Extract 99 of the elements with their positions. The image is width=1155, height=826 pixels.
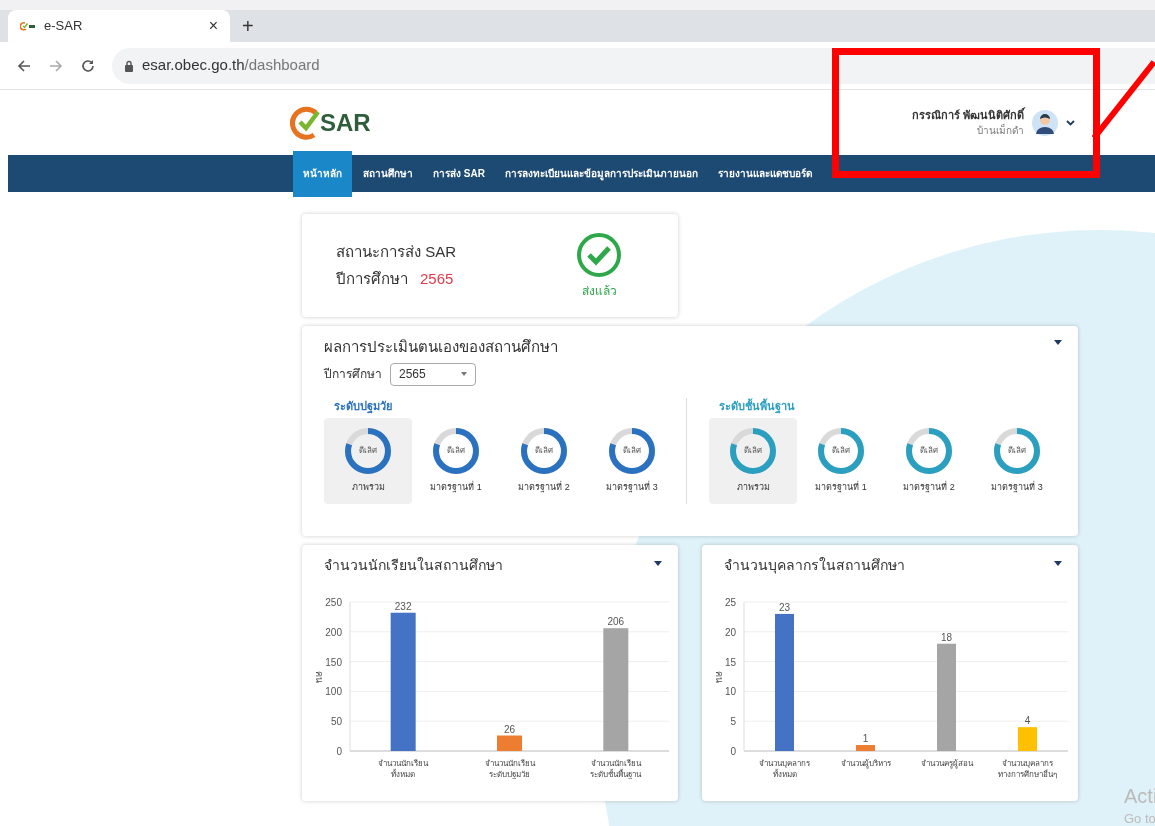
axis-tick-label: 10 (724, 686, 736, 698)
standard-label: ภาพรวม (351, 481, 385, 495)
category-label: จำนวนบุคลากร ทางการศึกษาอื่นๆ (997, 758, 1058, 780)
standard-item[interactable]: ดีเลิศ ภาพรวม (324, 418, 412, 504)
year-label: ปีการศึกษา (324, 366, 382, 383)
status-text: ส่งแล้ว (581, 282, 617, 300)
axis-tick-label: 20 (724, 626, 736, 638)
user-name: กรรณิการ์ พัฒนนิติศักดิ์ (911, 106, 1024, 123)
data-label: 26 (503, 723, 516, 735)
group-title: ระดับชั้นพื้นฐาน (719, 397, 796, 414)
donut-gauge (905, 427, 953, 476)
logo-icon (20, 21, 36, 31)
category-label: จำนวนบุคลากร ทั้งหมด (758, 758, 811, 780)
standard-item[interactable]: ดีเลิศ มาตรฐานที่ 3 (973, 418, 1061, 504)
browser-tab[interactable]: e-SAR × (8, 10, 230, 42)
avatar-icon[interactable] (1032, 109, 1058, 136)
axis-tick-label: 250 (325, 597, 342, 608)
category-label: จำนวนผู้บริหาร (839, 758, 892, 769)
lock-icon (124, 59, 134, 72)
axis-tick-label: 0 (730, 746, 736, 757)
standard-item[interactable]: ดีเลิศ มาตรฐานที่ 1 (412, 418, 500, 504)
bar (497, 735, 522, 751)
standard-label: ภาพรวม (736, 481, 770, 495)
donut-gauge (608, 427, 656, 476)
back-icon[interactable] (16, 57, 32, 74)
user-school: บ้านเม็กดำ (977, 123, 1024, 139)
nav-tab[interactable]: การลงทะเบียนและข้อมูลการประเมินภายนอก (494, 155, 708, 192)
axis-tick-label: 100 (325, 686, 342, 698)
result-text: ดีเลิศ (359, 447, 377, 456)
axis-title: คน (714, 670, 724, 683)
bar (856, 745, 875, 751)
donut-gauge (432, 427, 480, 476)
standard-label: มาตรฐานที่ 3 (606, 481, 658, 495)
reload-icon[interactable] (80, 57, 96, 74)
axis-tick-label: 200 (325, 626, 342, 638)
card-title: จำนวนบุคลากรในสถานศึกษา (724, 556, 905, 576)
data-label: 1 (862, 733, 869, 745)
standard-label: มาตรฐานที่ 1 (430, 481, 482, 495)
bar (1018, 727, 1037, 751)
data-label: 206 (607, 616, 625, 628)
axis-tick-label: 25 (724, 597, 736, 608)
status-title: สถานะการส่ง SAR (336, 242, 457, 262)
year-dropdown[interactable]: 2565 (390, 362, 476, 386)
axis-tick-label: 0 (336, 746, 342, 757)
nav-tab[interactable]: หน้าหลัก (293, 150, 352, 197)
caret-icon[interactable] (654, 561, 662, 566)
data-label: 18 (940, 631, 953, 643)
axis-tick-label: 150 (325, 656, 342, 668)
result-text: ดีเลิศ (1008, 447, 1026, 456)
caret-icon[interactable] (1054, 561, 1062, 566)
donut-gauge (729, 427, 777, 476)
nav-tab[interactable]: รายงานและแดชบอร์ด (707, 155, 822, 192)
address-bar[interactable]: esar.obec.go.th/dashboard (112, 47, 1155, 84)
chevron-down-icon[interactable] (1066, 119, 1075, 126)
group-title: ระดับปฐมวัย (334, 398, 393, 414)
year-label: ปีการศึกษา (336, 268, 408, 289)
standard-label: มาตรฐานที่ 2 (903, 481, 955, 495)
category-label: จำนวนครูผู้สอน (919, 758, 974, 769)
result-text: ดีเลิศ (744, 447, 762, 456)
result-text: ดีเลิศ (447, 447, 465, 456)
year-value: 2565 (420, 268, 454, 289)
check-circle-icon (576, 231, 622, 278)
card-title: จำนวนนักเรียนในสถานศึกษา (324, 556, 503, 575)
result-text: ดีเลิศ (832, 447, 850, 456)
donut-gauge (344, 427, 392, 476)
axis-tick-label: 50 (330, 716, 342, 728)
result-text: ดีเลิศ (535, 447, 553, 456)
data-label: 23 (778, 601, 791, 613)
standard-item[interactable]: ดีเลิศ มาตรฐานที่ 1 (797, 418, 885, 504)
donut-gauge (993, 427, 1041, 476)
site-logo[interactable]: SAR (290, 104, 371, 141)
standard-label: มาตรฐานที่ 1 (815, 481, 867, 495)
standard-label: มาตรฐานที่ 3 (991, 481, 1043, 495)
standard-item[interactable]: ดีเลิศ มาตรฐานที่ 2 (500, 418, 588, 504)
category-label: จำนวนนักเรียน ระดับปฐมวัย (483, 758, 536, 780)
caret-icon (461, 372, 467, 376)
standard-item[interactable]: ดีเลิศ ภาพรวม (709, 418, 797, 504)
nav-tab[interactable]: การส่ง SAR (423, 155, 495, 192)
standard-item[interactable]: ดีเลิศ มาตรฐานที่ 2 (885, 418, 973, 504)
close-tab-button[interactable]: × (208, 18, 218, 34)
tab-title: e-SAR (44, 17, 84, 36)
result-text: ดีเลิศ (623, 447, 641, 456)
caret-icon[interactable] (1054, 340, 1062, 345)
data-label: 232 (394, 600, 412, 612)
system-notice-text: Go to (1124, 810, 1155, 826)
axis-tick-label: 15 (724, 656, 736, 668)
category-label: จำนวนนักเรียน ระดับชั้นพื้นฐาน (589, 758, 643, 780)
result-text: ดีเลิศ (920, 447, 938, 456)
donut-gauge (520, 427, 568, 476)
data-label: 4 (1024, 715, 1031, 727)
nav-tab[interactable]: สถานศึกษา (353, 155, 423, 192)
new-tab-button[interactable]: + (230, 10, 266, 42)
standard-item[interactable]: ดีเลิศ มาตรฐานที่ 3 (588, 418, 676, 504)
donut-gauge (817, 427, 865, 476)
card-title: ผลการประเมินตนเองของสถานศึกษา (324, 337, 559, 357)
category-label: จำนวนนักเรียน ทั้งหมด (377, 758, 430, 780)
axis-tick-label: 5 (730, 716, 736, 728)
standard-label: มาตรฐานที่ 2 (518, 481, 570, 495)
axis-title: คน (314, 670, 324, 683)
